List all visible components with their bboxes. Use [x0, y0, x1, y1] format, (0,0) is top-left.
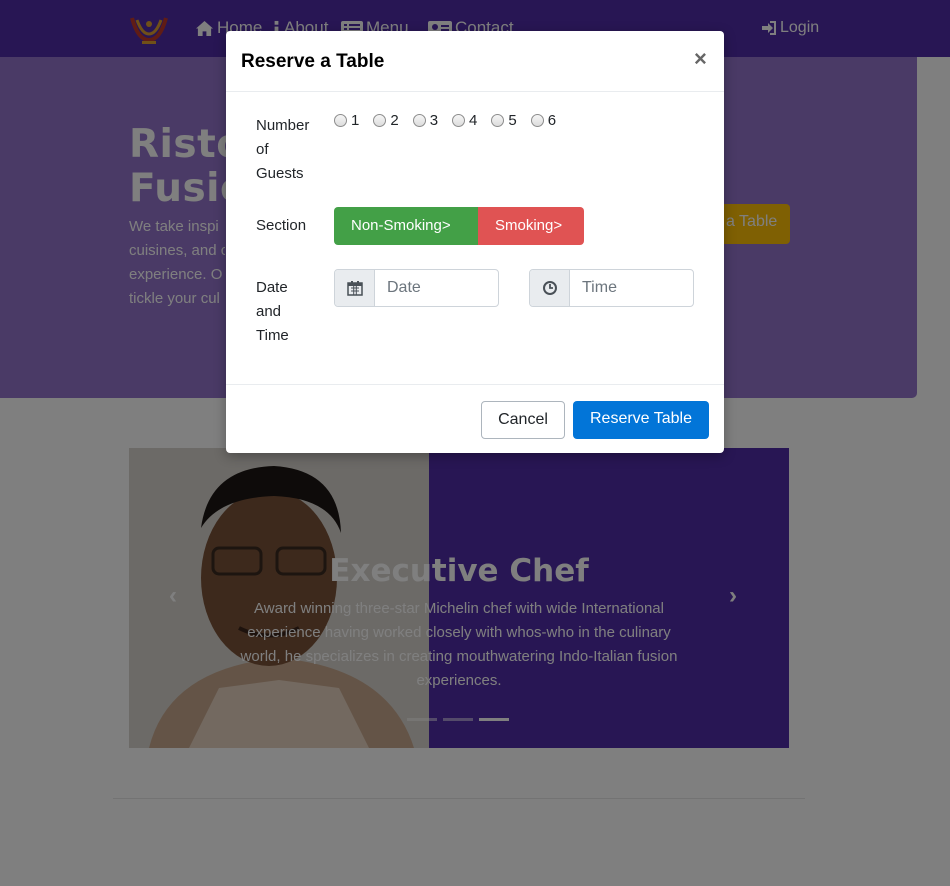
- guests-label: Number of Guests: [256, 117, 310, 182]
- cancel-button[interactable]: Cancel: [481, 401, 565, 439]
- close-button[interactable]: ×: [694, 48, 707, 70]
- reserve-table-submit-button[interactable]: Reserve Table: [573, 401, 709, 439]
- non-smoking-button[interactable]: Non-Smoking>: [334, 207, 478, 245]
- reserve-modal: Reserve a Table × Number of Guests 1 2 3…: [226, 31, 724, 453]
- radio-label: 3: [429, 112, 439, 129]
- radio-label: 6: [547, 112, 557, 129]
- radio-circle-icon[interactable]: [334, 114, 347, 127]
- datetime-label: Date and Time: [256, 279, 289, 344]
- smoking-button[interactable]: Smoking>: [478, 207, 584, 245]
- guest-radio-4[interactable]: 4: [452, 112, 477, 129]
- radio-circle-icon[interactable]: [412, 114, 426, 127]
- guests-radio-group: 1 2 3 4 5 6: [334, 112, 570, 129]
- radio-label: 2: [390, 112, 399, 129]
- radio-label: 4: [469, 112, 478, 129]
- time-input-group: Time: [529, 269, 694, 307]
- clock-icon: [530, 270, 570, 306]
- radio-circle-icon[interactable]: [491, 114, 505, 127]
- radio-circle-icon[interactable]: [373, 114, 387, 127]
- radio-label: 1: [351, 112, 360, 129]
- section-toggle: Non-Smoking> Smoking>: [334, 207, 584, 245]
- date-input-group: Date: [334, 269, 499, 307]
- radio-circle-icon[interactable]: [452, 114, 466, 127]
- guest-radio-2[interactable]: 2: [373, 112, 399, 129]
- guest-radio-3[interactable]: 3: [412, 112, 439, 129]
- date-input[interactable]: Date: [375, 270, 498, 306]
- guest-radio-1[interactable]: 1: [334, 112, 359, 129]
- modal-header: Reserve a Table ×: [226, 31, 724, 92]
- guest-radio-5[interactable]: 5: [491, 112, 517, 129]
- guest-radio-6[interactable]: 6: [530, 112, 557, 129]
- radio-circle-icon[interactable]: [530, 114, 544, 127]
- radio-label: 5: [508, 112, 517, 129]
- calendar-icon: [335, 270, 375, 306]
- time-input[interactable]: Time: [570, 270, 693, 306]
- modal-footer: Cancel Reserve Table: [226, 384, 724, 453]
- section-label: Section: [256, 217, 307, 234]
- modal-title: Reserve a Table: [241, 51, 385, 72]
